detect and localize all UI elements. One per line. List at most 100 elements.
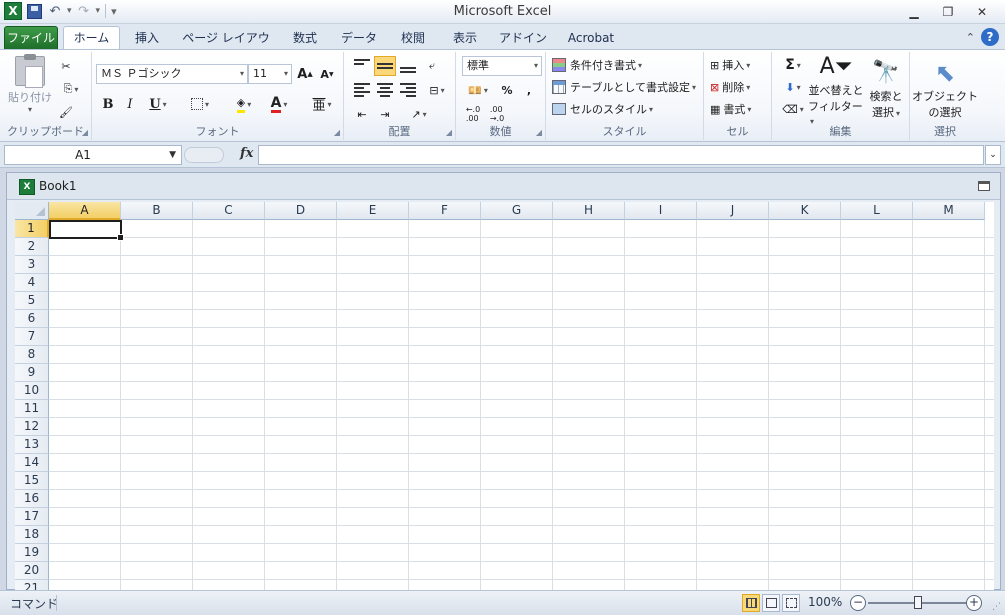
borders-button[interactable]: ▾ — [184, 94, 216, 114]
percent-style-button[interactable]: % — [498, 80, 516, 100]
accounting-format-button[interactable]: 💴 ▾ — [462, 80, 494, 100]
tab-insert[interactable]: 挿入 — [126, 27, 168, 50]
row-header-19[interactable]: 19 — [15, 544, 49, 562]
row-header-16[interactable]: 16 — [15, 490, 49, 508]
decrease-decimal-icon[interactable]: .00 →.0 — [486, 104, 508, 124]
clipboard-launcher-icon[interactable]: ◢ — [82, 128, 88, 137]
help-icon[interactable]: ? — [981, 28, 999, 46]
number-launcher-icon[interactable]: ◢ — [536, 128, 542, 137]
page-layout-view-button[interactable] — [762, 594, 780, 612]
tab-formulas[interactable]: 数式 — [284, 27, 326, 50]
row-header-17[interactable]: 17 — [15, 508, 49, 526]
row-header-14[interactable]: 14 — [15, 454, 49, 472]
worksheet-grid[interactable]: A B C D E F G H I J K L M 1 2 3 4 5 6 7 8 9 10 11 12 13 14 15 16 17 18… — [15, 202, 994, 591]
cell-styles-button[interactable]: セルのスタイル ▾ — [552, 99, 653, 119]
row-header-13[interactable]: 13 — [15, 436, 49, 454]
font-launcher-icon[interactable]: ◢ — [334, 128, 340, 137]
shrink-font-icon[interactable]: A ▼ — [318, 64, 336, 84]
bold-button[interactable]: B — [98, 94, 118, 114]
find-select-button[interactable]: 🔭 検索と 選択 ▾ — [866, 55, 906, 123]
workbook-restore-button[interactable] — [978, 181, 990, 191]
sort-filter-button[interactable]: A⏷ 並べ替えと フィルター▾ — [808, 54, 864, 126]
formula-input[interactable] — [258, 145, 984, 165]
tab-file[interactable]: ファイル — [4, 26, 58, 50]
increase-indent-icon[interactable]: ⇥ — [374, 104, 396, 124]
column-header-g[interactable]: G — [481, 202, 553, 220]
increase-decimal-icon[interactable]: ←.0.00 — [462, 104, 484, 124]
tab-page-layout[interactable]: ページ レイアウト — [180, 27, 272, 67]
zoom-level[interactable]: 100% — [808, 595, 842, 609]
autosum-button[interactable]: Σ ▾ — [778, 55, 808, 75]
font-color-button[interactable]: A ▾ — [262, 94, 296, 114]
number-format-combo[interactable]: 標準 ▾ — [462, 56, 542, 76]
column-header-j[interactable]: J — [697, 202, 769, 220]
alignment-launcher-icon[interactable]: ◢ — [446, 128, 452, 137]
tab-view[interactable]: 表示 — [444, 27, 486, 50]
align-top-icon[interactable] — [352, 56, 372, 76]
font-size-combo[interactable]: 11 ▾ — [248, 64, 292, 84]
align-middle-icon[interactable] — [374, 56, 396, 76]
column-header-l[interactable]: L — [841, 202, 913, 220]
tab-home[interactable]: ホーム — [63, 26, 120, 50]
restore-button[interactable]: ❐ — [935, 3, 961, 21]
format-cells-button[interactable]: ▦ 書式 ▾ — [710, 99, 751, 119]
align-right-icon[interactable] — [398, 80, 418, 100]
clear-button[interactable]: ⌫ ▾ — [778, 99, 808, 119]
align-center-icon[interactable] — [374, 80, 396, 100]
name-box[interactable]: A1 ▼ — [4, 145, 182, 165]
tab-addins[interactable]: アドイン — [496, 27, 550, 50]
row-header-18[interactable]: 18 — [15, 526, 49, 544]
row-header-4[interactable]: 4 — [15, 274, 49, 292]
row-header-5[interactable]: 5 — [15, 292, 49, 310]
column-header-f[interactable]: F — [409, 202, 481, 220]
conditional-formatting-button[interactable]: 条件付き書式 ▾ — [552, 55, 642, 75]
delete-cells-button[interactable]: ⊠ 削除 ▾ — [710, 77, 750, 97]
row-header-11[interactable]: 11 — [15, 400, 49, 418]
align-left-icon[interactable] — [352, 80, 372, 100]
italic-button[interactable]: I — [120, 94, 140, 114]
column-header-m[interactable]: M — [913, 202, 985, 220]
tab-acrobat[interactable]: Acrobat — [560, 27, 622, 50]
fill-button[interactable]: ⬇ ▾ — [778, 77, 808, 97]
copy-button[interactable]: ⎘ ▾ — [56, 79, 86, 99]
underline-button[interactable]: U ▾ — [142, 94, 174, 114]
zoom-slider-thumb[interactable] — [914, 596, 922, 609]
page-break-view-button[interactable] — [782, 594, 800, 612]
minimize-button[interactable]: ▁ — [901, 3, 927, 21]
decrease-indent-icon[interactable]: ⇤ — [352, 104, 372, 124]
format-painter-icon[interactable]: 🖌 — [56, 102, 76, 122]
column-header-e[interactable]: E — [337, 202, 409, 220]
row-header-7[interactable]: 7 — [15, 328, 49, 346]
row-header-6[interactable]: 6 — [15, 310, 49, 328]
paste-button[interactable]: 貼り付け ▾ — [8, 54, 52, 114]
tab-data[interactable]: データ — [336, 27, 382, 50]
row-header-10[interactable]: 10 — [15, 382, 49, 400]
column-header-c[interactable]: C — [193, 202, 265, 220]
comma-style-button[interactable]: , — [520, 80, 538, 100]
active-cell-a1[interactable] — [49, 220, 124, 241]
normal-view-button[interactable] — [742, 594, 760, 612]
name-box-dropdown-icon[interactable]: ▼ — [169, 146, 176, 164]
row-header-20[interactable]: 20 — [15, 562, 49, 580]
cell-grid[interactable] — [49, 220, 994, 591]
row-header-3[interactable]: 3 — [15, 256, 49, 274]
format-as-table-button[interactable]: テーブルとして書式設定 ▾ — [552, 77, 696, 97]
workbook-icon[interactable]: X — [19, 179, 35, 195]
insert-cells-button[interactable]: ⊞ 挿入 ▾ — [710, 55, 750, 75]
expand-formula-bar-icon[interactable]: ⌄ — [985, 145, 1001, 165]
align-bottom-icon[interactable] — [398, 56, 418, 76]
grow-font-icon[interactable]: A ▲ — [296, 64, 314, 84]
row-header-15[interactable]: 15 — [15, 472, 49, 490]
formula-splitter-handle[interactable] — [184, 147, 224, 163]
close-button[interactable]: ✕ — [969, 3, 995, 21]
tab-review[interactable]: 校閲 — [392, 27, 434, 50]
select-all-button[interactable] — [15, 202, 49, 220]
column-header-h[interactable]: H — [553, 202, 625, 220]
row-header-8[interactable]: 8 — [15, 346, 49, 364]
column-header-d[interactable]: D — [265, 202, 337, 220]
row-header-1[interactable]: 1 — [15, 220, 49, 238]
row-header-2[interactable]: 2 — [15, 238, 49, 256]
wrap-text-icon[interactable]: ⤶ — [422, 56, 442, 76]
zoom-out-button[interactable]: − — [850, 595, 866, 611]
merge-center-button[interactable]: ⊟ ▾ — [422, 80, 452, 100]
